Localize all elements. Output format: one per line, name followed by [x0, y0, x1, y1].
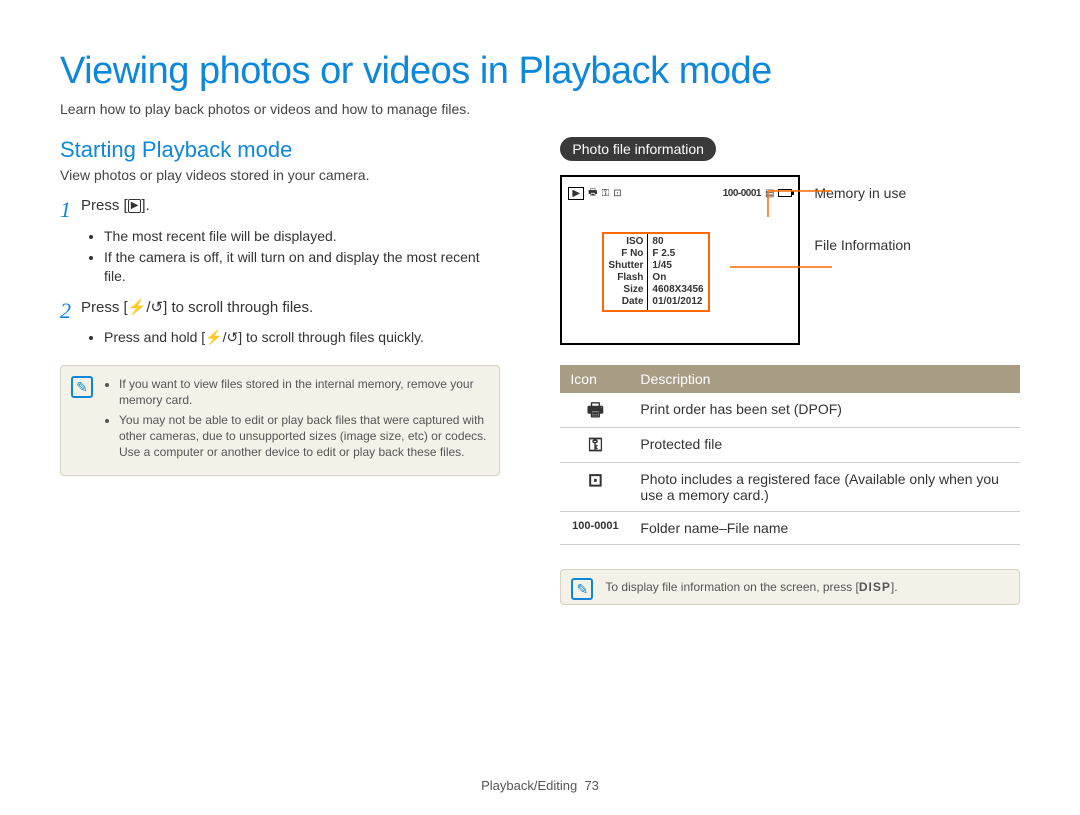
step-number: 1 [60, 199, 71, 221]
timer-icon: ↺ [151, 299, 164, 316]
key-icon: ⚿ [589, 435, 603, 455]
step-2-pre: Press [ [81, 299, 128, 316]
file-info-panel: ISO F No Shutter Flash Size Date 80 F 2.… [602, 232, 709, 312]
left-column: Starting Playback mode View photos or pl… [60, 137, 500, 605]
step-1: 1 Press [▶]. The most recent file will b… [60, 197, 500, 286]
print-icon: 🖶 [587, 400, 604, 420]
col-icon: Icon [560, 365, 630, 393]
key-icon: ⚿ [602, 188, 610, 199]
info-val: 80 [652, 236, 703, 248]
camera-diagram: ▶ 🖶 ⚿ ⊡ 100-0001 ▤ ISO F No Shutter Flas… [560, 175, 1020, 345]
step-1-post: ]. [141, 197, 149, 214]
face-icon: ⊡ [613, 188, 621, 199]
battery-icon [778, 189, 792, 197]
list-item: Press and hold [⚡/↺] to scroll through f… [104, 328, 500, 347]
photo-file-info-pill: Photo file information [560, 137, 716, 161]
footer-section: Playback/Editing [481, 778, 577, 793]
col-desc: Description [630, 365, 1020, 393]
table-row: ⊡ Photo includes a registered face (Avai… [560, 463, 1020, 512]
list-item: The most recent file will be displayed. [104, 227, 500, 246]
info-val: 1/45 [652, 260, 703, 272]
callout-memory: Memory in use [814, 185, 910, 201]
desc-cell: Folder name–File name [630, 512, 1020, 545]
desc-cell: Protected file [630, 428, 1020, 463]
step-1-pre: Press [ [81, 197, 128, 214]
note2-post: ]. [891, 580, 898, 594]
camera-screen: ▶ 🖶 ⚿ ⊡ 100-0001 ▤ ISO F No Shutter Flas… [560, 175, 800, 345]
desc-cell: Photo includes a registered face (Availa… [630, 463, 1020, 512]
right-column: Photo file information ▶ 🖶 ⚿ ⊡ 100-0001 … [560, 137, 1020, 605]
page-footer: Playback/Editing 73 [0, 778, 1080, 793]
note-item: If you want to view files stored in the … [119, 376, 487, 408]
info-val: F 2.5 [652, 248, 703, 260]
step-2: 2 Press [⚡/↺] to scroll through files. P… [60, 298, 500, 347]
note-box-disp: ✎ To display file information on the scr… [560, 569, 1020, 605]
step-2-post: ] to scroll through files. [163, 299, 313, 316]
footer-page: 73 [584, 778, 598, 793]
play-icon: ▶ [128, 199, 142, 213]
info-key: F No [608, 248, 643, 260]
print-icon: 🖶 [588, 185, 597, 202]
list-item: If the camera is off, it will turn on an… [104, 248, 500, 286]
table-row: ⚿ Protected file [560, 428, 1020, 463]
note-icon: ✎ [571, 578, 593, 600]
icon-description-table: Icon Description 🖶 Print order has been … [560, 365, 1020, 545]
step-2-text: Press [⚡/↺] to scroll through files. [81, 298, 313, 316]
card-icon: ▤ [765, 188, 774, 199]
info-val: 4608X3456 [652, 284, 703, 296]
info-key: Date [608, 296, 643, 308]
section-heading: Starting Playback mode [60, 137, 500, 163]
info-val: 01/01/2012 [652, 296, 703, 308]
face-icon: ⊡ [588, 470, 603, 490]
info-val: On [652, 272, 703, 284]
filecode-icon: 100-0001 [572, 520, 619, 532]
callout-fileinfo: File Information [814, 237, 910, 253]
note-icon: ✎ [71, 376, 93, 398]
page-title: Viewing photos or videos in Playback mod… [60, 50, 1020, 93]
file-number: 100-0001 [723, 188, 761, 199]
flash-icon: ⚡ [128, 299, 147, 316]
info-key: Shutter [608, 260, 643, 272]
section-sub: View photos or play videos stored in you… [60, 167, 500, 183]
note2-pre: To display file information on the scree… [605, 580, 858, 594]
note-box: ✎ If you want to view files stored in th… [60, 365, 500, 476]
info-key: ISO [608, 236, 643, 248]
note-item: You may not be able to edit or play back… [119, 412, 487, 461]
table-row: 🖶 Print order has been set (DPOF) [560, 393, 1020, 428]
desc-cell: Print order has been set (DPOF) [630, 393, 1020, 428]
step-number: 2 [60, 300, 71, 322]
info-key: Flash [608, 272, 643, 284]
disp-button-label: DISP [859, 580, 891, 594]
play-icon: ▶ [568, 187, 584, 200]
info-key: Size [608, 284, 643, 296]
table-row: 100-0001 Folder name–File name [560, 512, 1020, 545]
page-intro: Learn how to play back photos or videos … [60, 101, 1020, 117]
step-1-text: Press [▶]. [81, 197, 150, 214]
